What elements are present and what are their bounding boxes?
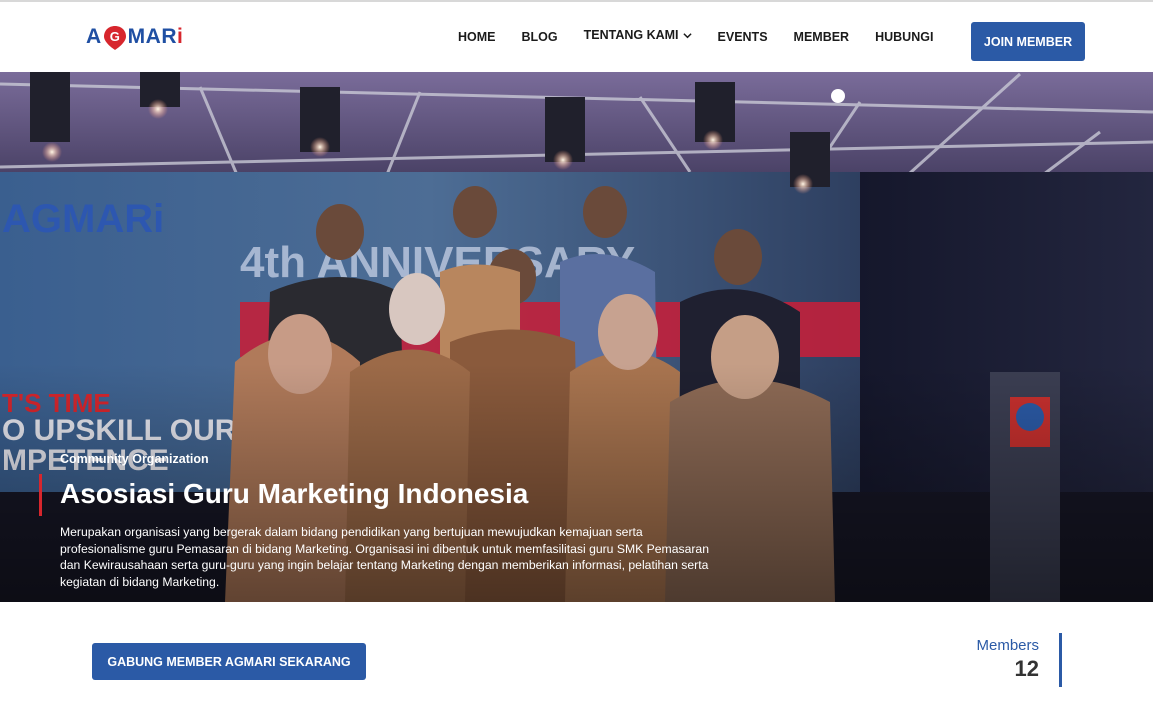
nav-blog[interactable]: BLOG bbox=[522, 30, 558, 44]
nav-tentang-kami[interactable]: TENTANG KAMI bbox=[584, 28, 692, 42]
chevron-down-icon bbox=[682, 32, 692, 38]
hero-content: Community Organization Asosiasi Guru Mar… bbox=[39, 452, 740, 590]
nav-tentang-kami-label: TENTANG KAMI bbox=[583, 28, 679, 42]
join-member-button[interactable]: JOIN MEMBER bbox=[971, 22, 1085, 61]
agmari-logo[interactable]: A G MAR i bbox=[86, 22, 183, 52]
members-label: Members bbox=[976, 637, 1039, 654]
members-counter: Members 12 bbox=[950, 633, 1062, 687]
title-accent-bar bbox=[39, 474, 42, 516]
gabung-member-button[interactable]: GABUNG MEMBER AGMARI SEKARANG bbox=[92, 643, 366, 680]
logo-letter-g: G bbox=[109, 29, 120, 44]
hero-banner: AGMARi 4th ANNIVERSARY T'S TIME O UPSKIL… bbox=[0, 72, 1153, 602]
hero-title-wrap: Asosiasi Guru Marketing Indonesia bbox=[39, 474, 740, 516]
nav-member[interactable]: MEMBER bbox=[794, 30, 850, 44]
logo-letter-a: A bbox=[86, 25, 102, 48]
hero-title: Asosiasi Guru Marketing Indonesia bbox=[60, 478, 529, 509]
logo-letter-i: i bbox=[177, 25, 184, 48]
hero-eyebrow: Community Organization bbox=[60, 452, 209, 466]
nav-home[interactable]: HOME bbox=[458, 30, 496, 44]
main-nav: HOME BLOG TENTANG KAMI EVENTS MEMBER HUB… bbox=[458, 2, 959, 72]
logo-letters-mar: MAR bbox=[127, 25, 177, 48]
members-count: 12 bbox=[1014, 656, 1039, 681]
site-header: A G MAR i HOME BLOG TENTANG KAMI EVENTS … bbox=[0, 2, 1153, 72]
location-pin-icon: G bbox=[103, 25, 127, 50]
hero-description: Merupakan organisasi yang bergerak dalam… bbox=[60, 525, 709, 589]
nav-hubungi[interactable]: HUBUNGI bbox=[875, 30, 933, 44]
nav-events[interactable]: EVENTS bbox=[718, 30, 768, 44]
